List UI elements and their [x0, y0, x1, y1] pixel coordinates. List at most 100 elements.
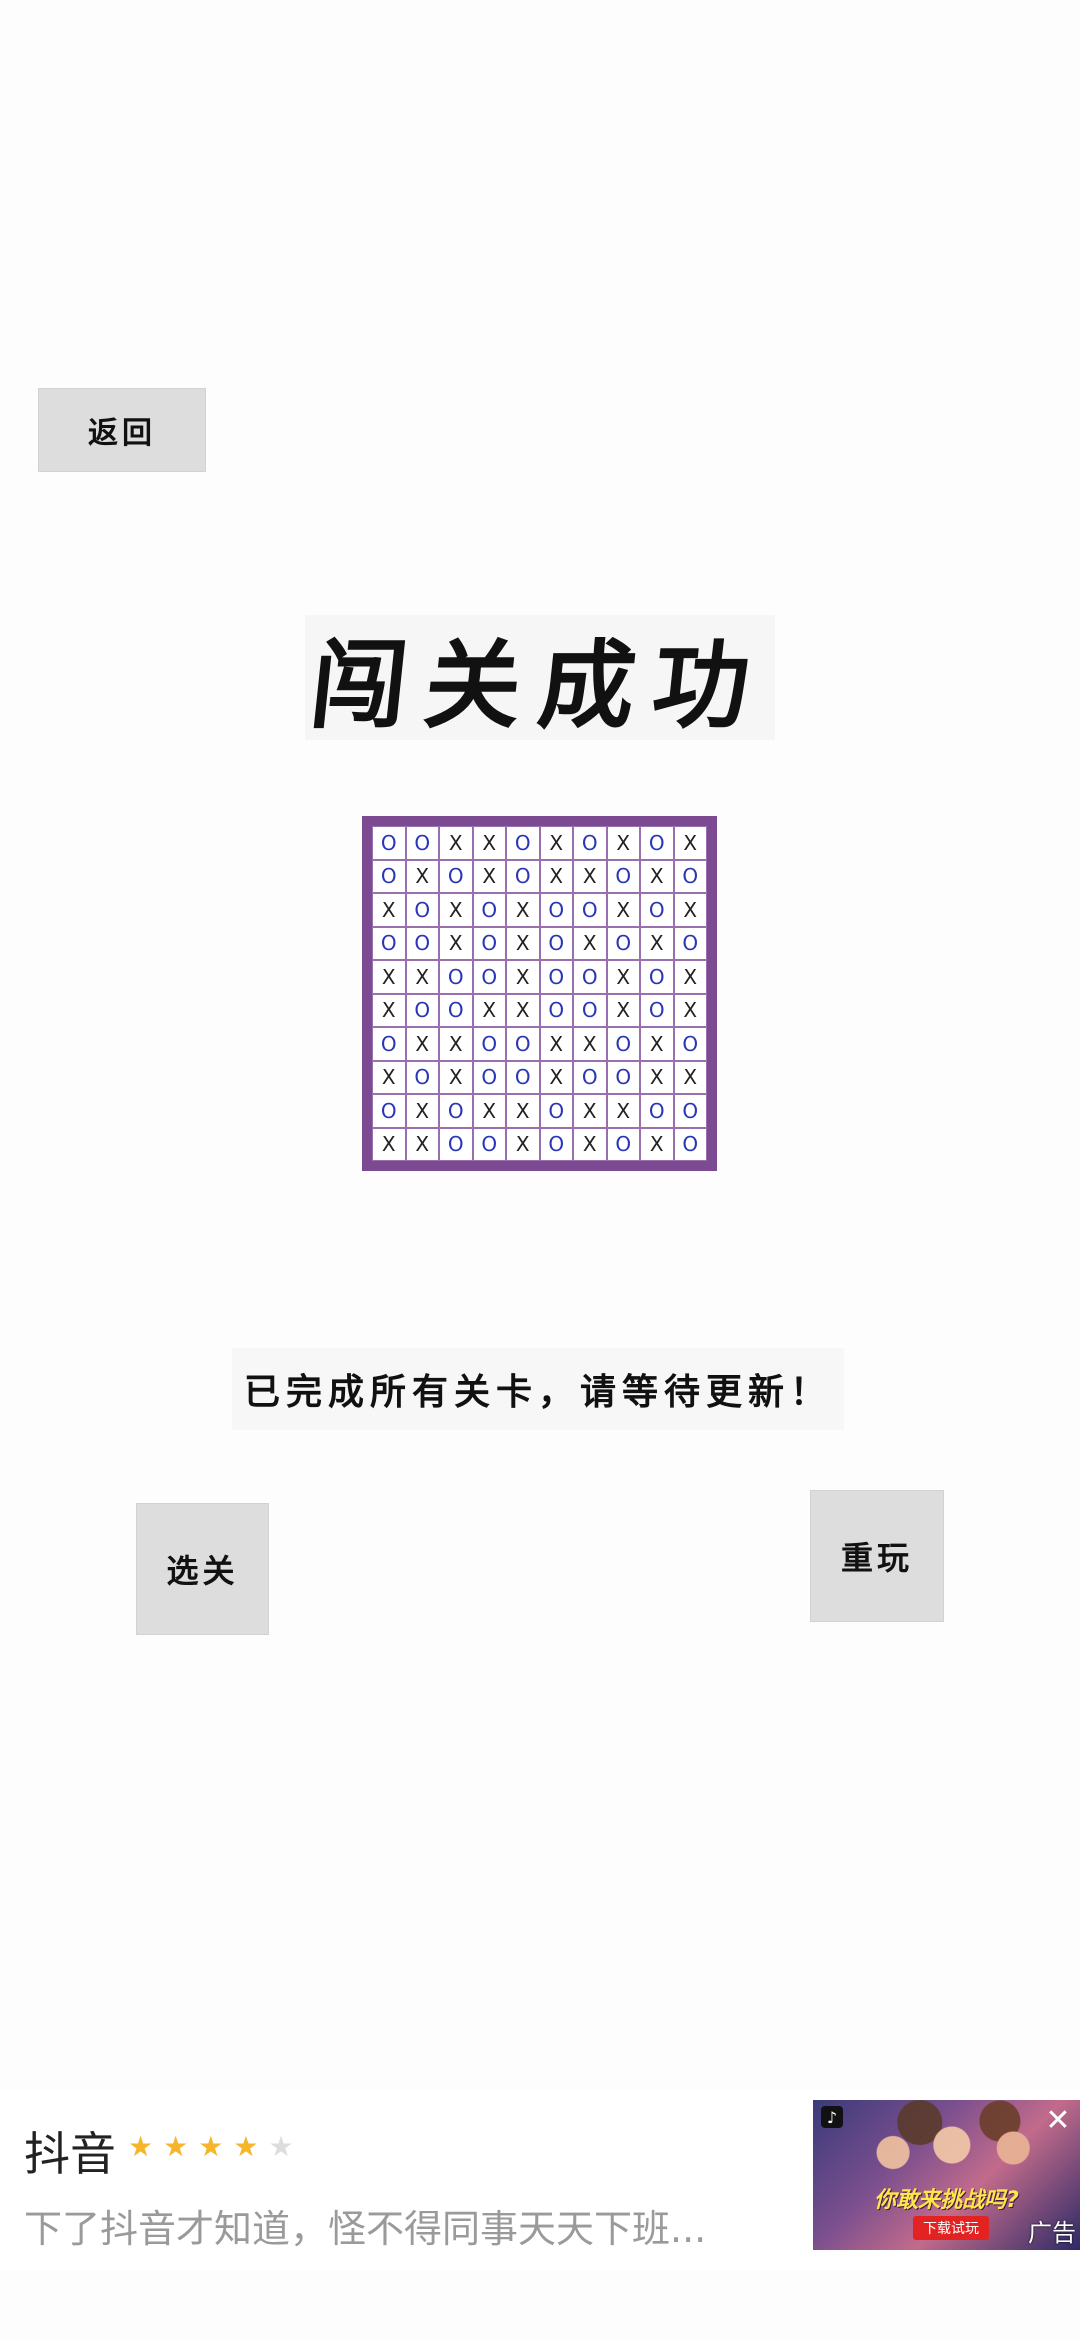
board-cell: O [405, 993, 439, 1027]
board-cell: O [573, 826, 607, 860]
board-cell: O [405, 826, 439, 860]
board-cell: X [472, 826, 506, 860]
board-cell: X [673, 826, 707, 860]
board-cell: O [439, 960, 473, 994]
replay-button[interactable]: 重玩 [810, 1490, 944, 1622]
board-cell: X [506, 1094, 540, 1128]
board-cell: X [673, 993, 707, 1027]
board-cell: O [640, 993, 674, 1027]
board-cell: X [506, 893, 540, 927]
board-cell: O [472, 926, 506, 960]
board-cell: X [439, 826, 473, 860]
ad-image[interactable]: ♪ ✕ 你敢来挑战吗? 下载试玩 广告 [813, 2100, 1080, 2250]
board-cell: O [606, 859, 640, 893]
board-cell: X [673, 960, 707, 994]
board-cell: X [573, 1127, 607, 1161]
board-cell: O [673, 1127, 707, 1161]
board-cell: X [539, 1027, 573, 1061]
board-cell: O [372, 1027, 406, 1061]
board-cell: O [539, 993, 573, 1027]
board-cell: X [640, 1127, 674, 1161]
board-cell: O [673, 926, 707, 960]
board-cell: O [372, 1094, 406, 1128]
board-cell: O [506, 1060, 540, 1094]
board-cell: O [539, 1127, 573, 1161]
level-select-button[interactable]: 选关 [136, 1503, 269, 1635]
ad-label: 广告 [1028, 2219, 1076, 2247]
board-cell: O [372, 826, 406, 860]
board-cell: X [439, 926, 473, 960]
board-cell: O [472, 960, 506, 994]
board-cell: X [472, 1094, 506, 1128]
board-cell: X [405, 859, 439, 893]
board-cell: O [640, 893, 674, 927]
board-cell: X [640, 1060, 674, 1094]
board-cell: X [439, 1060, 473, 1094]
board-cell: X [673, 893, 707, 927]
board-cell: X [573, 1094, 607, 1128]
title-banner: 闯关成功 [305, 615, 775, 742]
board-cell: X [606, 1094, 640, 1128]
board-cell: O [573, 960, 607, 994]
board-cell: O [539, 926, 573, 960]
board-cell: O [472, 893, 506, 927]
board-cell: O [506, 1027, 540, 1061]
board-cell: O [472, 1060, 506, 1094]
board-grid: OOXXOXOXOXOXOXOXXOXOXOXOXOOXOXOOXOXOXOXO… [372, 826, 707, 1161]
board-cell: O [539, 893, 573, 927]
game-board: OOXXOXOXOXOXOXOXXOXOXOXOXOOXOXOOXOXOXOXO… [362, 816, 717, 1171]
star-icon: ★ [163, 2130, 189, 2163]
board-cell: X [539, 859, 573, 893]
board-cell: X [539, 1060, 573, 1094]
board-cell: X [539, 826, 573, 860]
ad-rating-stars: ★ ★ ★ ★ ★ [128, 2130, 294, 2163]
board-cell: X [640, 1027, 674, 1061]
board-cell: X [506, 960, 540, 994]
board-cell: X [573, 926, 607, 960]
page-title: 闯关成功 [305, 629, 774, 742]
board-cell: X [506, 1127, 540, 1161]
board-cell: X [439, 1027, 473, 1061]
board-cell: O [472, 1127, 506, 1161]
board-cell: X [405, 960, 439, 994]
board-cell: X [606, 826, 640, 860]
board-cell: X [640, 859, 674, 893]
board-cell: X [472, 859, 506, 893]
close-icon[interactable]: ✕ [1042, 2103, 1074, 2138]
board-cell: X [506, 926, 540, 960]
ad-banner[interactable]: 抖音 ★ ★ ★ ★ ★ 下了抖音才知道，怪不得同事天天下班... ♪ ✕ 你敢来挑战吗… [0, 2090, 1080, 2270]
board-cell: X [573, 1027, 607, 1061]
star-icon: ★ [198, 2130, 224, 2163]
board-cell: O [405, 926, 439, 960]
board-cell: O [640, 826, 674, 860]
board-cell: O [573, 1060, 607, 1094]
board-cell: X [606, 960, 640, 994]
board-cell: X [372, 993, 406, 1027]
board-cell: O [640, 1094, 674, 1128]
board-cell: O [606, 1027, 640, 1061]
star-icon: ★ [268, 2130, 294, 2163]
board-cell: O [573, 993, 607, 1027]
board-cell: O [506, 859, 540, 893]
ad-download-button[interactable]: 下载试玩 [913, 2216, 989, 2240]
board-cell: O [439, 993, 473, 1027]
board-cell: X [673, 1060, 707, 1094]
board-cell: O [506, 826, 540, 860]
message-banner: 已完成所有关卡，请等待更新！ [232, 1348, 844, 1430]
board-cell: X [372, 1127, 406, 1161]
board-cell: O [439, 1094, 473, 1128]
board-cell: X [640, 926, 674, 960]
board-cell: O [640, 960, 674, 994]
board-cell: O [372, 859, 406, 893]
board-cell: X [472, 993, 506, 1027]
board-cell: O [606, 1060, 640, 1094]
board-cell: O [606, 1127, 640, 1161]
board-cell: X [372, 960, 406, 994]
board-cell: O [472, 1027, 506, 1061]
board-cell: O [405, 893, 439, 927]
game-screen: 返回 闯关成功 OOXXOXOXOXOXOXOXXOXOXOXOXOOXOXOO… [0, 0, 1080, 2340]
back-button[interactable]: 返回 [38, 388, 206, 472]
board-cell: O [673, 1094, 707, 1128]
ad-slogan: 你敢来挑战吗? [874, 2188, 1019, 2213]
board-cell: O [673, 859, 707, 893]
